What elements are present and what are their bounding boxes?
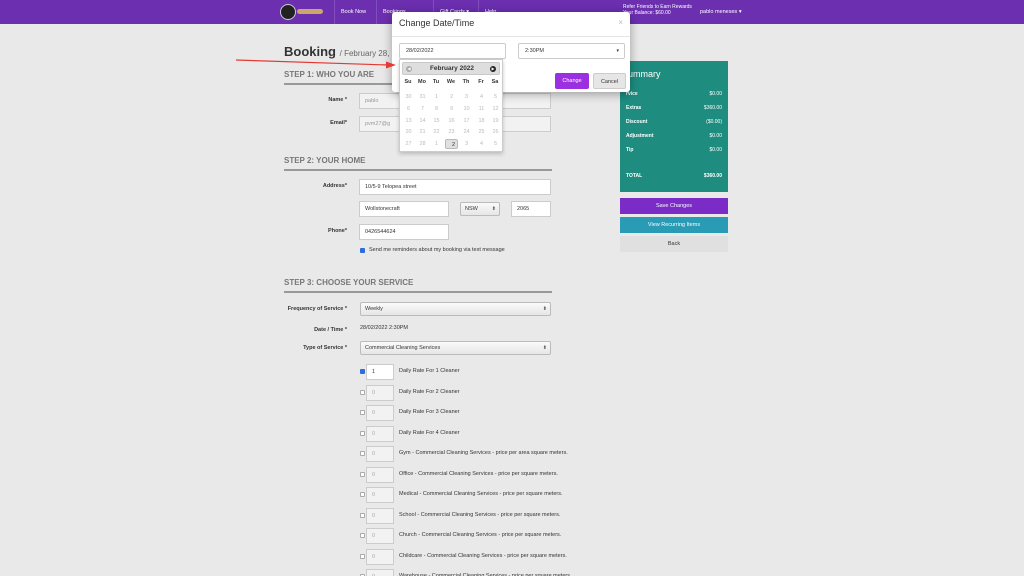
annotation-arrow-icon <box>235 59 396 69</box>
